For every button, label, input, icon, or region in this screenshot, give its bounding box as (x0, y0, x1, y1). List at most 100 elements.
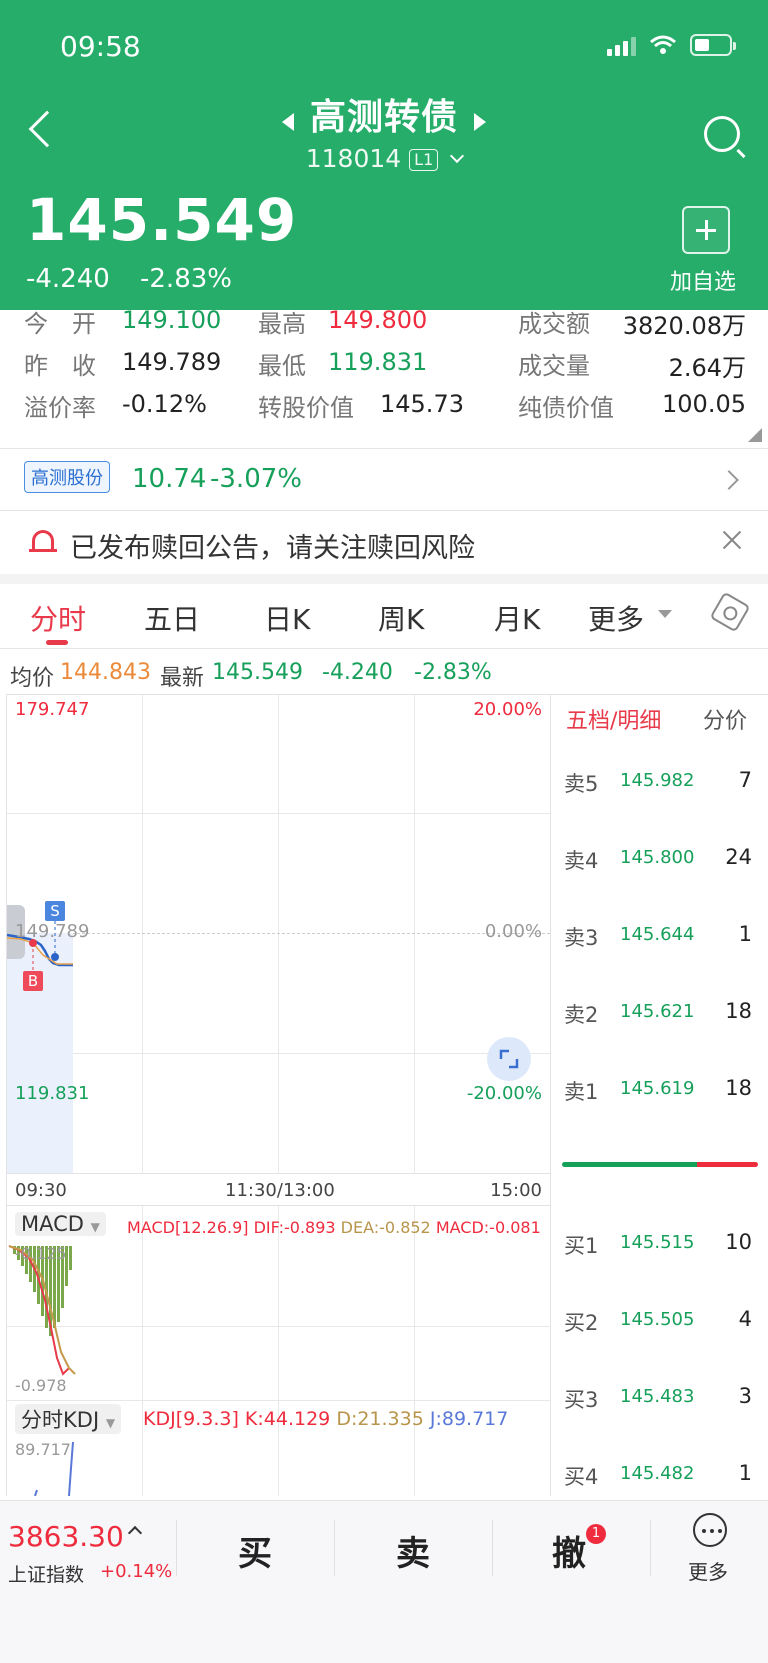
ask-label: 卖3 (564, 926, 599, 950)
divider (0, 510, 768, 511)
tab-monthly-k[interactable]: 月K (494, 598, 540, 638)
kdj-k: K:44.129 (244, 1408, 331, 1430)
ask-price: 145.800 (620, 847, 695, 868)
kdj-j: J:89.717 (429, 1408, 509, 1430)
divider (551, 694, 768, 695)
ask-label: 卖4 (564, 849, 599, 873)
indicator-panel: MACD ▼ MACD[12.26.9] DIF:-0.893 DEA:-0.8… (6, 1206, 551, 1496)
conv-value: 145.73 (380, 390, 464, 418)
latest-change: -4.240 (322, 660, 393, 685)
buy-marker[interactable]: B (23, 971, 43, 991)
low-label: 最低 (258, 352, 306, 380)
bid-price: 145.482 (620, 1463, 695, 1484)
gridline (7, 1400, 550, 1401)
divider (492, 1520, 493, 1576)
latest-label: 最新 (160, 666, 205, 691)
status-icons (607, 34, 736, 56)
tab-more[interactable]: 更多 (588, 598, 644, 638)
bid-price: 145.505 (620, 1309, 695, 1330)
ask-price: 145.621 (620, 1001, 695, 1022)
underlying-stock-price: 10.74 (132, 464, 207, 494)
open-value: 149.100 (122, 306, 222, 334)
fullscreen-icon[interactable] (487, 1037, 531, 1081)
kdj-selector-label: 分时KDJ (21, 1408, 100, 1432)
gridline (142, 1206, 143, 1496)
redemption-notice[interactable]: 已发布赎回公告，请关注赎回风险 (70, 526, 475, 565)
expand-corner-icon[interactable] (748, 428, 762, 442)
tab-weekly-k[interactable]: 周K (378, 598, 424, 638)
ask-volume: 24 (725, 845, 752, 869)
sell-marker[interactable]: S (45, 901, 65, 921)
premium-value: -0.12% (122, 390, 207, 418)
settings-icon[interactable] (709, 591, 751, 633)
dropdown-arrow-icon (658, 610, 672, 618)
security-code: 118014 (305, 144, 402, 173)
prev-close-label: 昨 收 (24, 352, 96, 380)
cancel-badge: 1 (586, 1524, 606, 1544)
x-axis: 09:30 11:30/13:00 15:00 (6, 1174, 551, 1206)
close-icon[interactable] (720, 528, 744, 552)
divider (176, 1520, 177, 1576)
gridline (278, 1206, 279, 1496)
premium-label: 溢价率 (24, 394, 96, 422)
volume-label: 成交量 (518, 352, 590, 380)
add-watchlist-icon[interactable] (682, 206, 730, 254)
security-name: 高测转债 (309, 97, 458, 138)
underlying-stock-name[interactable]: 高测股份 (24, 461, 110, 493)
ask-volume: 18 (725, 1076, 752, 1100)
ask-price: 145.644 (620, 924, 695, 945)
bid-label: 买3 (564, 1388, 599, 1412)
kdj-lines (34, 1441, 74, 1496)
macd-top-label: -0.125 (15, 1244, 67, 1263)
bid-volume: 10 (725, 1230, 752, 1254)
tab-order-book[interactable]: 五档/明细 (566, 703, 661, 735)
bid-label: 买1 (564, 1234, 599, 1258)
x-start-label: 09:30 (15, 1180, 67, 1201)
search-icon[interactable] (704, 116, 740, 152)
cancel-order-button[interactable]: 撤 (552, 1526, 586, 1575)
chevron-down-icon (450, 148, 465, 164)
gridline (414, 1206, 415, 1496)
active-tab-indicator (46, 640, 68, 645)
bid-ask-ratio-bar (562, 1162, 758, 1167)
ask-volume: 7 (738, 768, 752, 792)
header-bar: 09:58 高测转债 118014 L1 145.549 -4.240 -2.83… (0, 0, 768, 310)
macd-bottom-label: -0.978 (15, 1376, 67, 1395)
chevron-right-icon[interactable] (719, 470, 739, 490)
prev-security-icon[interactable] (281, 112, 294, 131)
index-value[interactable]: 3863.30 (8, 1520, 124, 1553)
dropdown-arrow-icon: ▼ (90, 1220, 100, 1234)
gridline (7, 1326, 550, 1327)
price-change: -4.240 (26, 264, 110, 294)
bid-label: 买2 (564, 1311, 599, 1335)
divider (334, 1520, 335, 1576)
macd-selector[interactable]: MACD ▼ (15, 1212, 106, 1236)
more-label[interactable]: 更多 (688, 1556, 728, 1585)
tab-daily-k[interactable]: 日K (264, 598, 310, 638)
kdj-selector[interactable]: 分时KDJ ▼ (15, 1404, 122, 1434)
bid-volume: 1 (738, 1461, 752, 1485)
security-code-row[interactable]: 118014 L1 (0, 144, 768, 173)
next-security-icon[interactable] (474, 112, 486, 131)
bid-volume: 4 (738, 1307, 752, 1331)
ask-label: 卖2 (564, 1003, 599, 1027)
turnover-value: 3820.08万 (622, 312, 746, 340)
more-icon[interactable] (693, 1513, 727, 1547)
ask-price: 145.619 (620, 1078, 695, 1099)
y-max-label: 179.747 (15, 699, 90, 720)
latest-change-pct: -2.83% (414, 660, 492, 685)
add-watchlist-label[interactable]: 加自选 (670, 264, 736, 296)
macd-selector-label: MACD (21, 1212, 84, 1236)
tab-price-dist[interactable]: 分价 (703, 703, 747, 735)
tab-five-day[interactable]: 五日 (144, 598, 200, 638)
tab-intraday[interactable]: 分时 (30, 598, 86, 638)
buy-button[interactable]: 买 (238, 1526, 272, 1575)
macd-params: MACD[12.26.9] (127, 1218, 249, 1237)
sell-button[interactable]: 卖 (396, 1526, 430, 1575)
bid-volume: 3 (738, 1384, 752, 1408)
conv-value-label: 转股价值 (258, 394, 354, 422)
y-mid-label: 149.789 (15, 921, 90, 942)
high-label: 最高 (258, 310, 306, 338)
underlying-stock-change: -3.07% (210, 464, 302, 494)
intraday-chart[interactable]: S B 179.747 20.00% 149.789 0.00% 119.831… (6, 694, 551, 1174)
